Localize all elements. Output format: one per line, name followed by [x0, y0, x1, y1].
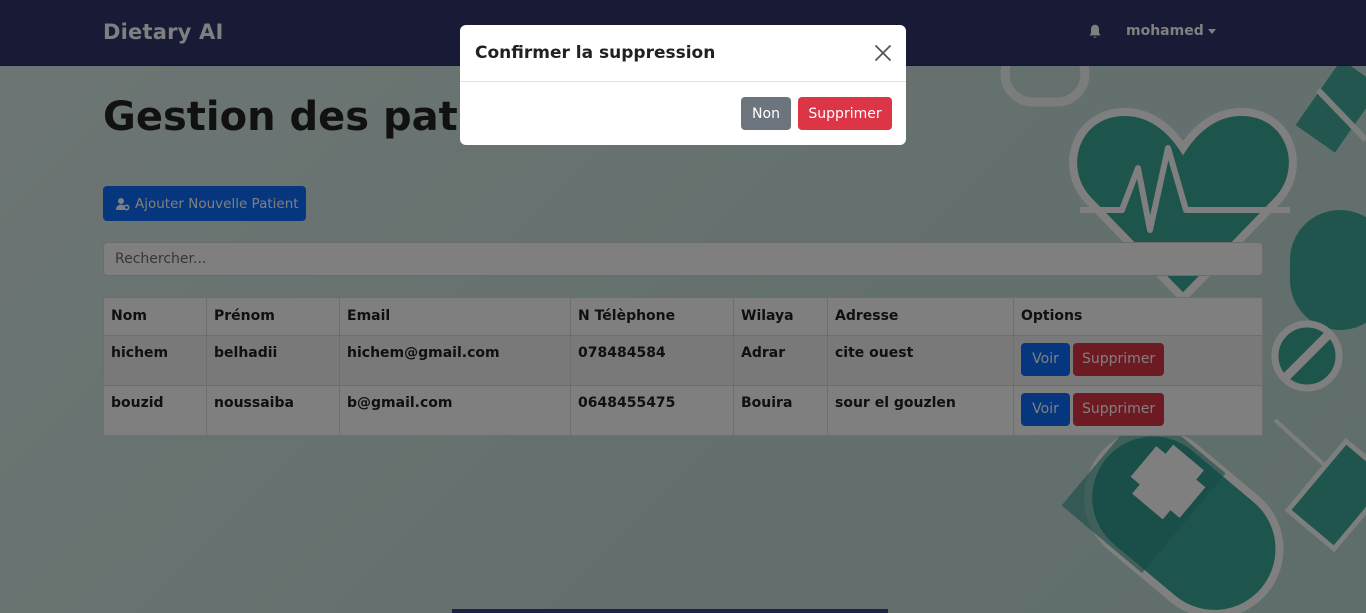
close-icon [875, 45, 891, 61]
confirm-delete-button[interactable]: Supprimer [798, 97, 892, 130]
modal-title: Confirmer la suppression [475, 43, 716, 63]
cancel-button[interactable]: Non [741, 97, 791, 130]
bottom-bar [452, 609, 888, 613]
confirm-delete-modal: Confirmer la suppression Non Supprimer [460, 25, 906, 145]
modal-header: Confirmer la suppression [460, 25, 906, 82]
close-button[interactable] [874, 44, 892, 62]
